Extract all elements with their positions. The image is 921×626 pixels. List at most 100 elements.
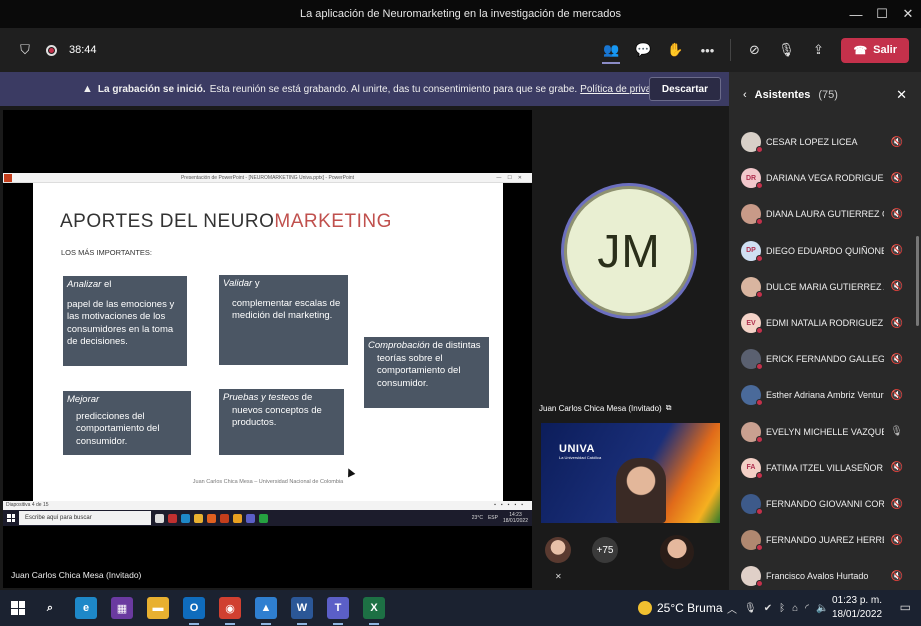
- attendee-row[interactable]: FERNANDO JUAREZ HERRERA 🔇: [729, 522, 909, 558]
- screen-share[interactable]: Presentación de PowerPoint - [NEUROMARKE…: [3, 110, 532, 588]
- windows-start-icon[interactable]: [11, 601, 25, 615]
- attendee-row[interactable]: FA FATIMA ITZEL VILLASEÑOR AL... 🔇: [729, 450, 909, 486]
- back-chevron-icon[interactable]: ‹: [743, 89, 747, 101]
- logo-subtext: La Universidad Católica: [559, 455, 602, 460]
- status-icon: [756, 471, 763, 479]
- taskbar-app-icon[interactable]: ▬: [147, 597, 169, 619]
- attendee-name: FATIMA ITZEL VILLASEÑOR AL...: [766, 462, 884, 473]
- weather-widget[interactable]: 25°C Bruma: [638, 590, 723, 626]
- mic-icon[interactable]: 🎙: [744, 603, 757, 614]
- weather-text: 25°C Bruma: [657, 601, 723, 615]
- taskbar-app-icon[interactable]: T: [327, 597, 349, 625]
- slide: APORTES DEL NEUROMARKETING LOS MÁS IMPOR…: [33, 183, 503, 501]
- avatar-initials: JM: [567, 189, 691, 313]
- attendee-name: Francisco Avalos Hurtado: [766, 571, 869, 582]
- taskbar-app-icon[interactable]: ▦: [111, 597, 133, 619]
- banner-bold: La grabación se inició.: [97, 83, 206, 95]
- reactions-icon[interactable]: ✋: [666, 41, 684, 59]
- overflow-count[interactable]: +75: [592, 537, 618, 563]
- attendee-row[interactable]: DP DIEGO EDUARDO QUIÑONEZ... 🔇: [729, 233, 909, 269]
- leave-button[interactable]: ☎ Salir: [841, 37, 909, 63]
- attendee-name: FERNANDO JUAREZ HERRERA: [766, 535, 884, 546]
- more-icon[interactable]: •••: [698, 41, 716, 59]
- status-icon: [756, 290, 763, 298]
- recording-banner: ▲ La grabación se inició. Esta reunión s…: [0, 72, 729, 106]
- mic-icon: 🎙: [890, 426, 903, 438]
- taskbar-app-icon[interactable]: ◉: [219, 597, 241, 625]
- ppt-statusbar: Diapositiva 4 de 15 ▪▪▪▪▪: [3, 501, 532, 510]
- avatar: [741, 349, 763, 371]
- avatar: FA: [741, 457, 763, 479]
- taskbar-app-icon[interactable]: ⌕: [39, 597, 61, 619]
- status-icon: [756, 508, 763, 515]
- maximize-icon[interactable]: ☐: [869, 0, 895, 28]
- attendee-name: EVELYN MICHELLE VAZQUEZ ...: [766, 426, 884, 437]
- share-icon[interactable]: ⇪: [809, 41, 827, 59]
- attendee-row[interactable]: DIANA LAURA GUTIERREZ G... 🔇: [729, 196, 909, 232]
- mini-avatar[interactable]: [545, 537, 571, 563]
- slide-box-analizar: Analizar el papel de las emociones y las…: [63, 276, 187, 366]
- taskbar-app-icon[interactable]: ▲: [255, 597, 277, 625]
- status-icon: [756, 146, 763, 153]
- taskbar-app-icon[interactable]: W: [291, 597, 313, 625]
- box-head-rest: el: [101, 279, 112, 290]
- scrollbar[interactable]: [916, 236, 919, 326]
- attendee-row[interactable]: CESAR LOPEZ LICEA 🔇: [729, 124, 909, 160]
- camera-off-icon[interactable]: ⊘: [745, 41, 763, 59]
- camera-label: Juan Carlos Chica Mesa (Invitado) ⧉: [539, 401, 671, 415]
- attendee-row[interactable]: DR DARIANA VEGA RODRIGUEZ 🔇: [729, 160, 909, 196]
- shared-taskbar: Escribe aquí para buscar 23°C ESP 14:23 …: [3, 510, 532, 526]
- people-icon[interactable]: 👥: [602, 36, 621, 64]
- slide-box-pruebas: Pruebas y testeos de nuevos conceptos de…: [219, 389, 344, 455]
- taskbar-app-icon[interactable]: X: [363, 597, 385, 625]
- chat-icon[interactable]: 💬: [634, 41, 652, 59]
- powerpoint-window: Presentación de PowerPoint - [NEUROMARKE…: [3, 173, 532, 526]
- logo-text: UNIVA: [559, 443, 595, 455]
- attendee-row[interactable]: DULCE MARIA GUTIERREZ AN... 🔇: [729, 269, 909, 305]
- taskbar-app-icon[interactable]: O: [183, 597, 205, 625]
- slide-box-comprobacion: Comprobación de distintas teorías sobre …: [364, 337, 489, 408]
- panel-title: Asistentes: [754, 89, 811, 101]
- attendee-row[interactable]: EV EDMI NATALIA RODRIGUEZ V... 🔇: [729, 305, 909, 341]
- shield-check-icon[interactable]: ✔: [764, 603, 772, 614]
- taskbar-app-icon[interactable]: e: [75, 597, 97, 619]
- dismiss-button[interactable]: Descartar: [648, 77, 721, 101]
- network-icon[interactable]: ⌂: [792, 603, 798, 614]
- mic-off-icon[interactable]: 🎙: [777, 41, 795, 59]
- attendee-row[interactable]: Esther Adriana Ambriz Ventura 🔇: [729, 377, 909, 413]
- mini-avatar[interactable]: [660, 535, 694, 569]
- attendee-row[interactable]: Francisco Avalos Hurtado 🔇: [729, 558, 909, 590]
- shared-clock: 14:23 18/01/2022: [503, 512, 528, 524]
- box-body: nuevos conceptos de productos.: [232, 404, 322, 429]
- participant-avatar-large[interactable]: JM: [561, 183, 697, 319]
- minimize-icon[interactable]: —: [843, 0, 869, 28]
- meeting-timer: 38:44: [69, 44, 97, 56]
- bluetooth-icon[interactable]: ᛒ: [779, 603, 785, 614]
- shared-weather: 23°C: [471, 515, 483, 521]
- shared-tray: 23°C ESP 14:23 18/01/2022: [472, 510, 528, 526]
- ppt-title: Presentación de PowerPoint - [NEUROMARKE…: [180, 175, 355, 181]
- avatar: [741, 494, 763, 515]
- close-window-icon[interactable]: ✕: [895, 0, 921, 28]
- attendee-row[interactable]: FERNANDO GIOVANNI CORR... 🔇: [729, 486, 909, 522]
- box-body: complementar escalas de medición del mar…: [232, 297, 341, 322]
- avatar: [741, 530, 763, 552]
- attendee-row[interactable]: EVELYN MICHELLE VAZQUEZ ... 🎙: [729, 414, 909, 450]
- mic-off-icon: 🔇: [890, 353, 903, 365]
- weather-sun-icon: [638, 601, 652, 615]
- participant-video[interactable]: UNIVA La Universidad Católica: [541, 423, 720, 523]
- powerpoint-icon: [4, 174, 12, 182]
- avatar: [741, 421, 763, 443]
- attendee-name: EDMI NATALIA RODRIGUEZ V...: [766, 318, 884, 328]
- windows-taskbar: ⌕ e ▦ ▬ O ◉ ▲ W T X 25°C Bruma ︿ 🎙 ✔ ᛒ ⌂ ◜ 🔈 01:2…: [0, 590, 921, 626]
- avatar-initials: DP: [746, 247, 756, 255]
- mic-off-icon: 🔇: [890, 208, 903, 220]
- attendee-name: CESAR LOPEZ LICEA: [766, 137, 858, 147]
- volume-icon[interactable]: 🔈: [816, 603, 828, 614]
- wifi-icon[interactable]: ◜: [805, 603, 809, 614]
- attendee-row[interactable]: ERICK FERNANDO GALLEGOS... 🔇: [729, 341, 909, 377]
- close-icon[interactable]: ✕: [896, 87, 907, 103]
- chevron-up-icon[interactable]: ︿: [727, 601, 737, 616]
- notification-icon[interactable]: ▭: [900, 600, 911, 614]
- taskbar-clock[interactable]: 01:23 p. m. 18/01/2022: [832, 594, 882, 622]
